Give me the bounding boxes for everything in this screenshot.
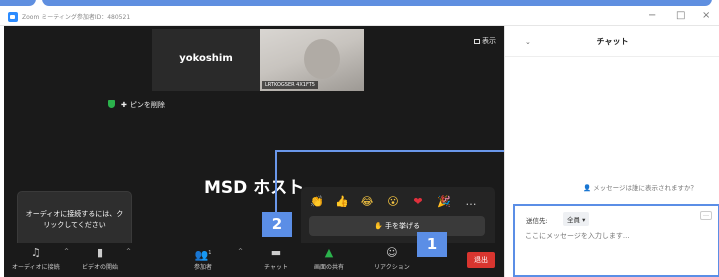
top-strip xyxy=(0,0,719,8)
tooltip-line-1: オーディオに接続するには、ク xyxy=(25,210,124,218)
host-name: MSD ホスト xyxy=(204,178,305,198)
view-label: 表示 xyxy=(482,37,496,45)
reactions-label: リアクション xyxy=(374,264,410,271)
unpin-label: ピンを削除 xyxy=(129,101,165,109)
view-button[interactable]: 表示 xyxy=(474,36,496,46)
raise-hand-button[interactable]: ✋ 手を挙げる xyxy=(309,216,485,236)
chat-visibility-prompt[interactable]: 👤 メッセージは誰に表示されますか？ xyxy=(583,182,697,192)
minimize-button[interactable]: − xyxy=(648,10,656,22)
thumbs-up-reaction[interactable]: 👍 xyxy=(334,195,350,209)
chat-icon: ▬ xyxy=(270,246,282,259)
chat-title: チャット xyxy=(596,37,629,46)
party-reaction[interactable]: 🎉 xyxy=(436,195,452,209)
participant-video-tile[interactable]: LRTKOGSER 4X1FT5 xyxy=(260,29,364,91)
participants-options-caret[interactable]: ^ xyxy=(238,248,243,255)
title-bar: Zoom ミーティング参加者ID：480521 − □ × xyxy=(0,8,719,26)
top-accent-bar xyxy=(42,0,712,6)
divider xyxy=(505,56,719,57)
chat-prompt-text: メッセージは誰に表示されますか？ xyxy=(593,184,697,192)
send-to-value: 全員 xyxy=(567,216,580,224)
chat-compose-box: 送信先: 全員 ▾ … xyxy=(513,204,719,277)
more-reactions-button[interactable]: … xyxy=(463,195,479,209)
user-icon: 👤 xyxy=(583,184,592,192)
audio-options-caret[interactable]: ^ xyxy=(64,248,69,255)
reactions-button[interactable]: ☺ リアクション xyxy=(374,243,410,272)
annotation-line-left xyxy=(275,150,277,212)
close-button[interactable]: × xyxy=(702,10,710,22)
audio-tooltip: オーディオに接続するには、ク リックしてください xyxy=(17,191,132,253)
leave-button[interactable]: 退出 xyxy=(467,252,495,268)
top-accent-left xyxy=(0,0,36,6)
send-to-label: 送信先: xyxy=(526,217,548,225)
smiley-icon: ☺ xyxy=(386,246,398,259)
video-options-caret[interactable]: ^ xyxy=(126,248,131,255)
video-caption: LRTKOGSER 4X1FT5 xyxy=(262,81,318,89)
laugh-reaction[interactable]: 😂 xyxy=(359,195,375,209)
tooltip-line-2: リックしてください xyxy=(43,221,106,229)
more-options-button[interactable]: … xyxy=(700,211,712,220)
participant-name: yokoshim xyxy=(179,53,233,64)
heart-reaction[interactable]: ❤ xyxy=(410,195,426,209)
audio-label: オーディオに接続 xyxy=(12,264,60,271)
hand-icon: ✋ xyxy=(374,222,385,230)
pin-icon: ✚ xyxy=(121,101,127,109)
step-one-badge: 1 xyxy=(417,232,447,257)
chat-button[interactable]: ▬ チャット xyxy=(264,243,288,272)
participants-count: 1 xyxy=(208,250,212,256)
chevron-down-icon: ▾ xyxy=(582,216,586,224)
video-button[interactable]: ▮ ビデオの開始 xyxy=(82,243,119,272)
participant-tile[interactable]: yokoshim xyxy=(152,29,260,91)
share-label: 画面の共有 xyxy=(314,264,345,271)
participants-label: 参加者 xyxy=(194,264,213,271)
video-label: ビデオの開始 xyxy=(82,264,119,271)
maximize-button[interactable]: □ xyxy=(676,10,685,22)
headphones-icon: ♫ xyxy=(30,246,41,259)
chat-label: チャット xyxy=(264,264,288,271)
surprised-reaction[interactable]: 😮 xyxy=(385,195,401,209)
send-to-dropdown[interactable]: 全員 ▾ xyxy=(563,212,590,226)
chat-message-input[interactable] xyxy=(525,232,705,240)
window-title: Zoom ミーティング参加者ID：480521 xyxy=(22,14,131,21)
share-screen-icon: ▲ xyxy=(324,246,334,259)
unpin-button[interactable]: ✚ ピンを削除 xyxy=(108,100,165,110)
audio-button[interactable]: ♫ オーディオに接続 xyxy=(12,243,60,272)
participants-button[interactable]: 👥1 参加者 xyxy=(194,243,212,271)
step-two-badge: 2 xyxy=(262,212,292,237)
video-off-icon: ▮ xyxy=(96,246,104,259)
participants-icon: 👥1 xyxy=(194,248,212,262)
raise-hand-label: 手を挙げる xyxy=(384,222,420,230)
participant-photo xyxy=(304,39,340,79)
shield-icon xyxy=(108,100,115,108)
grid-icon xyxy=(474,39,480,44)
clap-reaction[interactable]: 👏 xyxy=(309,195,325,209)
zoom-app-icon xyxy=(8,12,18,22)
share-screen-button[interactable]: ▲ 画面の共有 xyxy=(314,243,345,272)
chat-panel: ⌄ チャット 👤 メッセージは誰に表示されますか？ 送信先: 全員 ▾ … xyxy=(504,26,719,277)
